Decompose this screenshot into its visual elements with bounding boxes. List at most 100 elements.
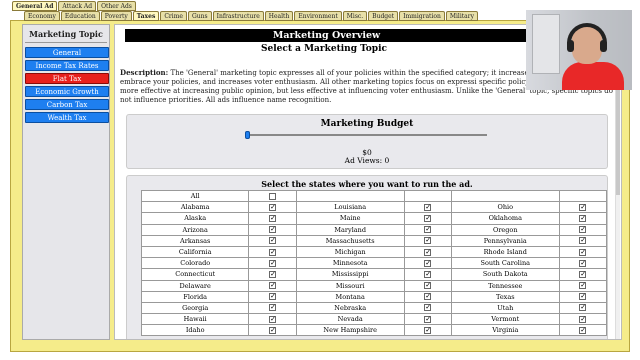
tab-budget[interactable]: Budget [368, 11, 399, 21]
table-empty-cell [295, 189, 405, 203]
tab-guns[interactable]: Guns [187, 11, 212, 21]
state-checkbox-california[interactable] [269, 247, 277, 257]
state-checkbox-minnesota[interactable] [424, 258, 432, 268]
state-selection-box: Select the states where you want to run … [126, 175, 608, 339]
state-checkbox-virginia-cell [558, 324, 608, 337]
state-label-florida: Florida [140, 290, 250, 303]
state-label-montana: Montana [295, 290, 405, 303]
table-row: Hawaii Nevada Vermont [140, 313, 608, 326]
state-checkbox-connecticut[interactable] [269, 269, 277, 279]
budget-slider-handle[interactable] [245, 131, 250, 139]
state-checkbox-missouri-cell [403, 279, 453, 292]
sidebar-title: Marketing Topic [29, 29, 103, 39]
tab-environment[interactable]: Environment [294, 11, 342, 21]
table-row: Georgia Nebraska Utah [140, 301, 608, 315]
state-checkbox-nebraska[interactable] [424, 302, 432, 312]
table-empty-cell [451, 189, 560, 203]
table-row: California Michigan Rhode Island [140, 245, 608, 259]
state-checkbox-ohio-cell [558, 201, 608, 214]
tab-general-ad[interactable]: General Ad [12, 1, 58, 11]
state-label-rhode-island: Rhode Island [451, 245, 560, 259]
tab-education[interactable]: Education [60, 11, 100, 21]
budget-title: Marketing Budget [320, 119, 414, 129]
headset-earcup-right [600, 40, 607, 52]
tab-other-ads[interactable]: Other Ads [97, 1, 136, 11]
state-checkbox-oklahoma-cell [558, 212, 608, 225]
state-checkbox-massachusetts[interactable] [424, 235, 432, 245]
all-checkbox-cell [248, 189, 297, 203]
topic-button-economic-growth[interactable]: Economic Growth [25, 86, 109, 97]
topic-list: General Income Tax Rates Flat Tax Economic … [23, 47, 109, 123]
table-row: Colorado Minnesota South Carolina [140, 257, 608, 270]
state-label-missouri: Missouri [295, 279, 405, 292]
ad-views: Ad Views: 0 [344, 156, 390, 165]
state-label-louisiana: Louisiana [295, 201, 405, 214]
state-checkbox-delaware[interactable] [269, 280, 277, 290]
topic-button-general[interactable]: General [25, 47, 109, 58]
state-checkbox-texas[interactable] [579, 291, 587, 301]
topic-button-wealth-tax[interactable]: Wealth Tax [25, 112, 109, 123]
tab-attack-ad[interactable]: Attack Ad [58, 1, 97, 11]
state-checkbox-montana[interactable] [424, 291, 432, 301]
tab-immigration[interactable]: Immigration [399, 11, 445, 21]
state-checkbox-mississippi[interactable] [424, 269, 432, 279]
tab-crime[interactable]: Crime [160, 11, 187, 21]
state-checkbox-rhode-island[interactable] [579, 247, 587, 257]
state-checkbox-virginia[interactable] [579, 325, 587, 335]
tab-poverty[interactable]: Poverty [100, 11, 132, 21]
state-checkbox-louisiana[interactable] [424, 202, 432, 212]
state-checkbox-tennessee-cell [558, 279, 608, 292]
state-label-pennsylvania: Pennsylvania [451, 234, 560, 247]
budget-slider[interactable] [245, 131, 487, 139]
state-checkbox-vermont[interactable] [579, 314, 587, 324]
tab-infrastructure[interactable]: Infrastructure [212, 11, 264, 21]
state-checkbox-idaho[interactable] [269, 325, 277, 335]
webcam-person-shirt [562, 62, 624, 90]
state-checkbox-oklahoma[interactable] [579, 213, 587, 223]
state-label-tennessee: Tennessee [451, 279, 560, 292]
tab-military[interactable]: Military [445, 11, 479, 21]
topic-button-carbon-tax[interactable]: Carbon Tax [25, 99, 109, 110]
state-checkbox-oregon[interactable] [579, 224, 587, 234]
state-checkbox-south-dakota-cell [558, 268, 608, 281]
all-label: All [140, 189, 250, 203]
state-checkbox-nevada[interactable] [424, 314, 432, 324]
state-checkbox-tennessee[interactable] [579, 280, 587, 290]
state-checkbox-hawaii-cell [248, 313, 297, 326]
state-checkbox-ohio[interactable] [579, 202, 587, 212]
state-checkbox-utah[interactable] [579, 302, 587, 312]
state-checkbox-maryland[interactable] [424, 224, 432, 234]
state-checkbox-maine[interactable] [424, 213, 432, 223]
topic-button-flat-tax[interactable]: Flat Tax [25, 73, 109, 84]
tab-economy[interactable]: Economy [24, 11, 60, 21]
state-checkbox-georgia[interactable] [269, 302, 277, 312]
state-checkbox-michigan[interactable] [424, 247, 432, 257]
state-checkbox-south-dakota[interactable] [579, 269, 587, 279]
state-checkbox-florida[interactable] [269, 291, 277, 301]
state-checkbox-connecticut-cell [248, 268, 297, 281]
all-checkbox[interactable] [269, 192, 277, 200]
state-label-maryland: Maryland [295, 223, 405, 236]
state-checkbox-pennsylvania[interactable] [579, 235, 587, 245]
state-label-connecticut: Connecticut [140, 268, 250, 281]
table-row: Idaho New Hampshire Virginia [140, 324, 608, 337]
tab-taxes[interactable]: Taxes [132, 11, 160, 21]
state-checkbox-alaska[interactable] [269, 213, 277, 223]
sidebar-divider [25, 42, 107, 43]
tab-misc-[interactable]: Misc. [342, 11, 368, 21]
state-checkbox-south-carolina[interactable] [579, 258, 587, 268]
state-label-south-carolina: South Carolina [451, 257, 560, 270]
state-checkbox-colorado[interactable] [269, 258, 277, 268]
table-row: Alabama Louisiana Ohio [140, 201, 608, 214]
tab-health[interactable]: Health [264, 11, 294, 21]
state-label-georgia: Georgia [140, 301, 250, 315]
state-checkbox-arkansas[interactable] [269, 235, 277, 245]
state-checkbox-new-hampshire[interactable] [424, 325, 432, 335]
state-label-michigan: Michigan [295, 245, 405, 259]
state-checkbox-hawaii[interactable] [269, 314, 277, 324]
state-checkbox-alabama[interactable] [269, 202, 277, 212]
state-checkbox-missouri[interactable] [424, 280, 432, 290]
topic-button-income-tax-rates[interactable]: Income Tax Rates [25, 60, 109, 71]
state-checkbox-arizona[interactable] [269, 224, 277, 234]
state-checkbox-texas-cell [558, 290, 608, 303]
